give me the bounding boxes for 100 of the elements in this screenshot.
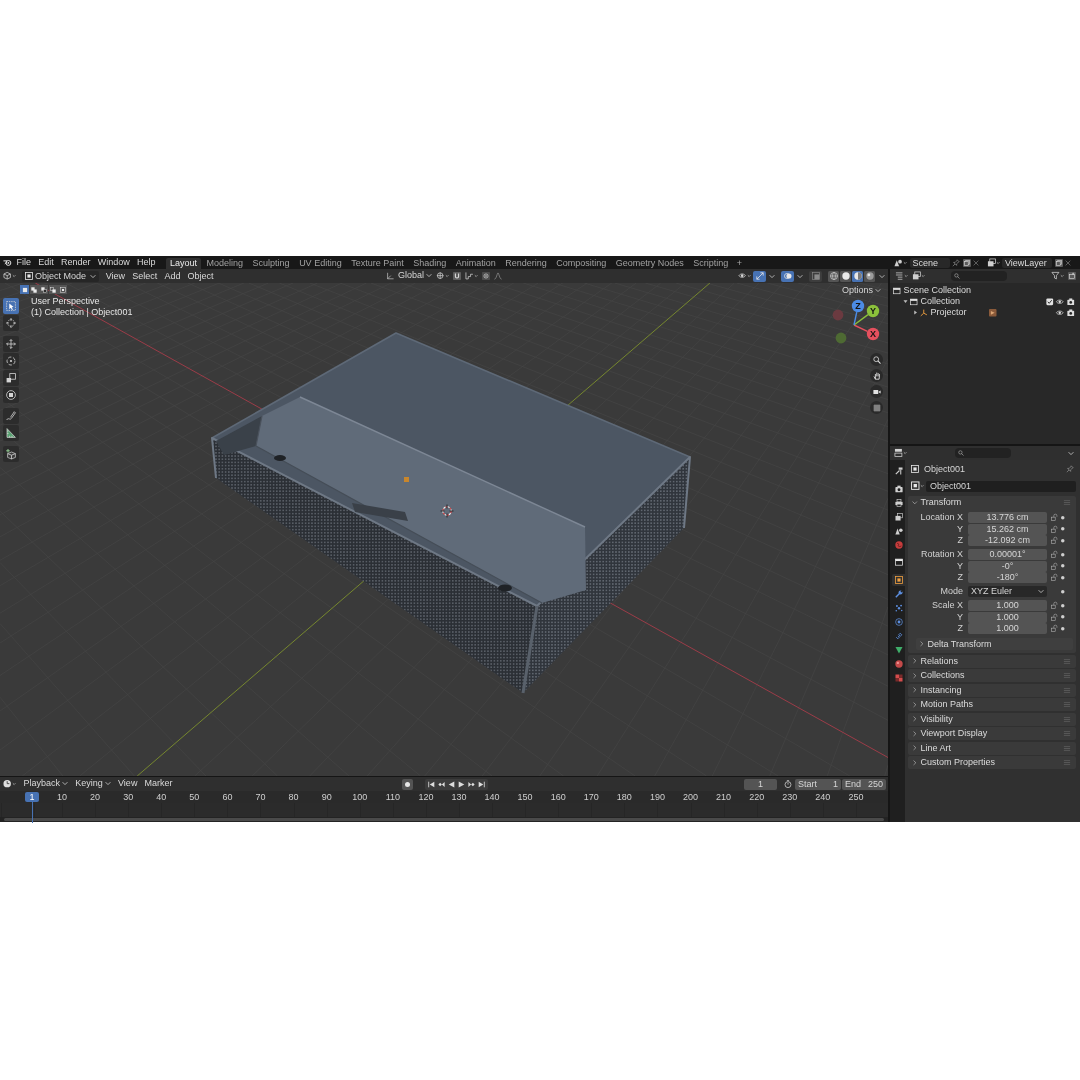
tool-button[interactable] <box>3 425 19 441</box>
mode-dropdown[interactable]: Object Mode <box>22 270 100 282</box>
properties-tab[interactable] <box>892 556 905 569</box>
view-layer-name-field[interactable]: ViewLayer <box>1002 257 1052 268</box>
panel-header[interactable]: Transform <box>908 496 1076 509</box>
padlock-icon[interactable] <box>1051 562 1058 570</box>
toggle-button[interactable] <box>781 270 794 282</box>
dot-icon[interactable] <box>1061 564 1065 568</box>
close-icon[interactable] <box>1065 259 1071 266</box>
grip-icon[interactable] <box>1063 673 1071 678</box>
checkbox[interactable] <box>1045 297 1053 306</box>
menu-item[interactable]: Render <box>57 258 95 267</box>
properties-tab[interactable] <box>892 573 905 586</box>
axes-icon[interactable] <box>386 272 394 280</box>
number-field[interactable]: 1.000 <box>968 611 1047 623</box>
panel-header[interactable]: Visibility <box>908 712 1076 726</box>
workspace-tab[interactable]: Sculpting <box>248 257 294 269</box>
square-dropdown-icon[interactable] <box>911 481 924 491</box>
tool-button[interactable] <box>3 387 19 403</box>
tool-button[interactable] <box>3 336 19 352</box>
view-layer-dropdown-icon[interactable] <box>986 257 1000 268</box>
panel-header[interactable]: Line Art <box>908 741 1076 755</box>
caret-icon[interactable] <box>1068 450 1074 456</box>
workspace-tab[interactable]: UV Editing <box>295 257 346 269</box>
panel-header[interactable]: Collections <box>908 669 1076 682</box>
scrollbar[interactable] <box>4 818 884 821</box>
copy-icon[interactable] <box>1054 258 1063 267</box>
cube-dropdown-icon[interactable] <box>3 271 16 281</box>
number-field[interactable]: -180° <box>968 572 1047 583</box>
playhead-frame[interactable]: 1 <box>25 792 39 802</box>
grip-icon[interactable] <box>1063 687 1071 693</box>
number-field[interactable]: -0° <box>968 560 1047 572</box>
menu-item[interactable]: Marker <box>141 779 177 789</box>
padlock-icon[interactable] <box>1051 514 1058 521</box>
menu-item[interactable]: Help <box>133 258 160 267</box>
panels-dropdown-icon[interactable] <box>894 448 907 458</box>
next-keyframe-icon[interactable] <box>467 780 475 788</box>
dot-icon[interactable] <box>1061 626 1065 631</box>
name-field[interactable]: Object001 <box>926 480 1076 492</box>
tool-button[interactable] <box>3 446 19 462</box>
play-reverse-icon[interactable] <box>447 780 455 788</box>
padlock-icon[interactable] <box>1051 574 1058 581</box>
shading-button[interactable] <box>828 270 839 282</box>
grip-icon[interactable] <box>1063 716 1071 722</box>
list-dropdown-icon[interactable] <box>895 271 908 281</box>
current-frame-field[interactable]: 1 <box>744 778 777 790</box>
shading-button[interactable] <box>864 270 875 282</box>
grip-icon[interactable] <box>1063 745 1071 751</box>
menu-item[interactable]: View <box>102 271 129 281</box>
search-field[interactable] <box>955 448 1011 458</box>
workspace-tab[interactable]: Compositing <box>552 257 611 269</box>
menu-item[interactable]: Keying <box>71 779 115 789</box>
box-plus-icon[interactable] <box>1068 272 1076 280</box>
caret-icon[interactable] <box>879 273 885 279</box>
workspace-tab[interactable]: Animation <box>451 257 500 269</box>
previous-keyframe-icon[interactable] <box>437 780 445 788</box>
dot-icon[interactable] <box>1061 527 1065 531</box>
tool-button[interactable] <box>3 370 19 386</box>
number-field[interactable]: 0.00001° <box>968 549 1047 560</box>
grip-icon[interactable] <box>1063 702 1071 707</box>
tool-button[interactable] <box>3 408 19 424</box>
toggle-button[interactable] <box>809 270 822 282</box>
start-frame-field[interactable]: Start 1 <box>795 778 841 790</box>
orientation-dropdown[interactable]: Global <box>398 271 432 281</box>
grip-icon[interactable] <box>1063 760 1071 765</box>
workspace-tab[interactable]: Geometry Nodes <box>611 257 688 269</box>
workspace-tab[interactable]: Scripting <box>689 257 733 269</box>
outliner-item[interactable]: Projector <box>930 308 967 317</box>
menu-item[interactable]: Playback <box>20 779 72 789</box>
select-mode-button[interactable] <box>39 285 48 294</box>
toggle-button[interactable] <box>753 270 766 282</box>
menu-item[interactable]: File <box>13 258 35 267</box>
crosshair-dropdown-icon[interactable] <box>436 271 449 281</box>
end-frame-field[interactable]: End 250 <box>842 778 886 790</box>
dot-icon[interactable] <box>1061 515 1065 520</box>
disclosure-triangle-icon[interactable] <box>903 299 908 304</box>
mode-dropdown[interactable]: XYZ Euler <box>968 586 1047 597</box>
subpanel-header[interactable]: Delta Transform <box>916 638 1073 650</box>
eye-icon[interactable] <box>1056 308 1064 317</box>
workspace-tab[interactable]: Rendering <box>501 257 551 269</box>
dot-icon[interactable] <box>1061 603 1065 608</box>
panel-header[interactable]: Relations <box>908 654 1076 668</box>
crosshair-icon[interactable] <box>440 504 454 518</box>
dot-icon[interactable] <box>1061 575 1065 580</box>
select-mode-button[interactable] <box>29 285 39 294</box>
select-mode-button[interactable] <box>58 285 67 294</box>
dot-icon[interactable] <box>1061 589 1065 594</box>
magnet-icon[interactable] <box>453 272 461 280</box>
padlock-icon[interactable] <box>1051 602 1058 609</box>
menu-item[interactable]: Edit <box>34 258 58 267</box>
disclosure-triangle-icon[interactable] <box>913 310 918 315</box>
tool-button[interactable] <box>3 353 19 369</box>
clock-dropdown-icon[interactable] <box>3 779 16 789</box>
caret-icon[interactable] <box>769 273 775 279</box>
steps-dropdown-icon[interactable] <box>465 271 478 281</box>
peak-curve-icon[interactable] <box>494 272 502 280</box>
outliner-item[interactable]: Collection <box>920 297 961 306</box>
camera-icon[interactable] <box>1066 308 1074 317</box>
number-field[interactable]: 15.262 cm <box>968 523 1047 535</box>
menu-item[interactable]: View <box>114 779 141 789</box>
